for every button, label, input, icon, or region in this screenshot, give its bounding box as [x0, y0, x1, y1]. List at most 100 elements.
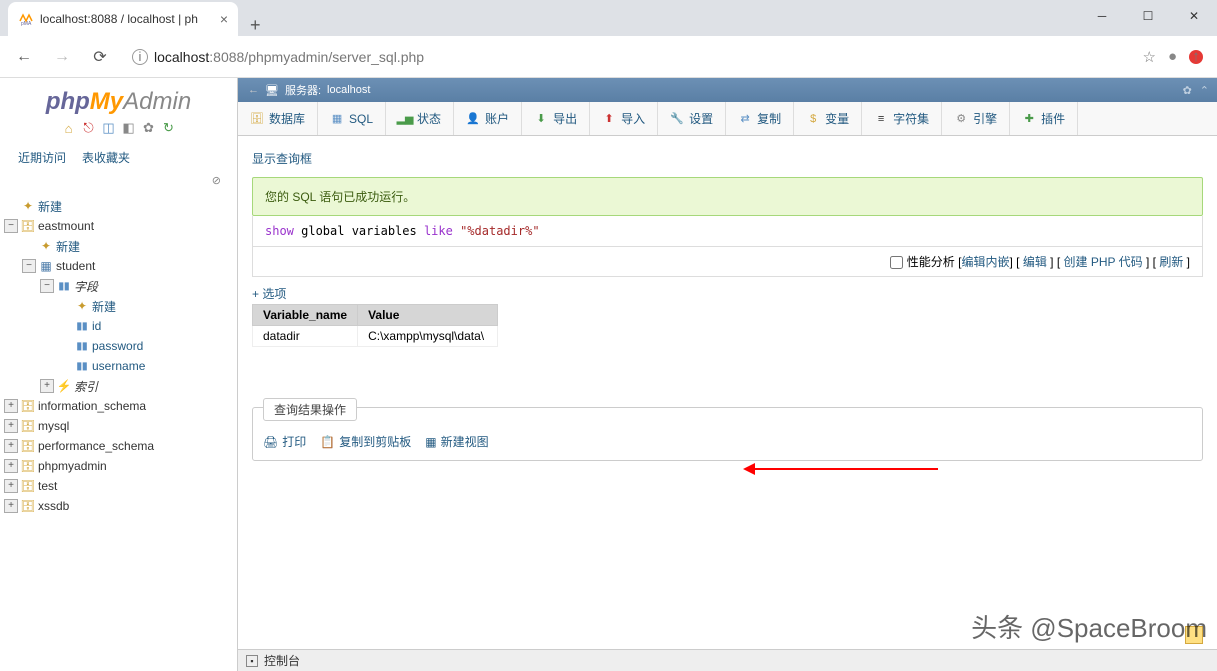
- tree-db-information-schema[interactable]: +🗄information_schema: [4, 396, 233, 416]
- edit-inline-link[interactable]: 编辑内嵌: [961, 255, 1009, 269]
- tree-col-new[interactable]: ✦新建: [4, 296, 233, 316]
- logo[interactable]: phpMyAdmin: [0, 88, 237, 116]
- create-php-link[interactable]: 创建 PHP 代码: [1064, 255, 1143, 269]
- show-query-link[interactable]: 显示查询框: [252, 150, 1203, 167]
- database-icon: 🗄: [20, 478, 36, 494]
- edit-link[interactable]: 编辑: [1023, 255, 1047, 269]
- tab-status[interactable]: ▂▅状态: [386, 102, 454, 135]
- success-message: 您的 SQL 语句已成功运行。: [252, 177, 1203, 216]
- maximize-button[interactable]: ☐: [1125, 0, 1171, 32]
- sidebar: phpMyAdmin ⌂ ⎋ ◫ ◧ ✿ ↻ 近期访问 表收藏夹 ⊘ ✦新建 −…: [0, 78, 238, 671]
- bookmark-icon[interactable]: [1185, 626, 1203, 644]
- tab-charsets[interactable]: ≡字符集: [862, 102, 942, 135]
- tree-db-eastmount[interactable]: −🗄eastmount: [4, 216, 233, 236]
- expand-icon[interactable]: +: [4, 399, 18, 413]
- tree-db-phpmyadmin[interactable]: +🗄phpmyadmin: [4, 456, 233, 476]
- tab-export[interactable]: ⬇导出: [522, 102, 590, 135]
- result-table: Variable_name Value datadir C:\xampp\mys…: [252, 304, 498, 347]
- profile-icon[interactable]: ●: [1168, 48, 1177, 65]
- variables-icon: $: [806, 112, 820, 126]
- reload-icon[interactable]: ↻: [161, 120, 177, 136]
- home-icon[interactable]: ⌂: [61, 120, 77, 136]
- minimize-button[interactable]: ─: [1079, 0, 1125, 32]
- gear-icon[interactable]: ✿: [1183, 84, 1192, 97]
- expand-icon[interactable]: +: [4, 459, 18, 473]
- tree-col-password[interactable]: ▮▮password: [4, 336, 233, 356]
- column-icon: ▮▮: [74, 318, 90, 334]
- sql-icon[interactable]: ◧: [121, 120, 137, 136]
- link-icon[interactable]: ⊘: [212, 174, 221, 187]
- col-value[interactable]: Value: [358, 305, 498, 326]
- tree-table-student[interactable]: −▦student: [4, 256, 233, 276]
- favorites-tab[interactable]: 表收藏夹: [74, 146, 138, 169]
- tree-db-mysql[interactable]: +🗄mysql: [4, 416, 233, 436]
- logout-icon[interactable]: ⎋: [81, 120, 97, 136]
- tab-variables[interactable]: $变量: [794, 102, 862, 135]
- tree-new-root[interactable]: ✦新建: [4, 196, 233, 216]
- new-icon: ✦: [74, 298, 90, 314]
- sql-icon: ▦: [330, 112, 344, 126]
- expand-icon[interactable]: +: [40, 379, 54, 393]
- tab-settings[interactable]: 🔧设置: [658, 102, 726, 135]
- close-window-button[interactable]: ✕: [1171, 0, 1217, 32]
- tab-sql[interactable]: ▦SQL: [318, 102, 386, 135]
- tree-col-id[interactable]: ▮▮id: [4, 316, 233, 336]
- star-icon[interactable]: ☆: [1142, 48, 1155, 66]
- new-view-link[interactable]: ▦新建视图: [425, 433, 488, 450]
- database-icon: 🗄: [20, 398, 36, 414]
- collapse-icon[interactable]: −: [22, 259, 36, 273]
- nav-left-icon[interactable]: ←: [248, 84, 259, 96]
- table-row[interactable]: datadir C:\xampp\mysql\data\: [253, 326, 498, 347]
- reload-button[interactable]: ⟳: [84, 41, 116, 73]
- tree-db-new[interactable]: ✦新建: [4, 236, 233, 256]
- tab-plugins[interactable]: ✚插件: [1010, 102, 1078, 135]
- collapse-icon[interactable]: −: [4, 219, 18, 233]
- copy-clipboard-link[interactable]: 📋复制到剪贴板: [320, 433, 411, 450]
- options-link[interactable]: + 选项: [252, 285, 1203, 302]
- url-bar[interactable]: i localhost:8088/phpmyadmin/server_sql.p…: [122, 42, 1136, 72]
- tree-db-xssdb[interactable]: +🗄xssdb: [4, 496, 233, 516]
- database-icon: 🗄: [20, 458, 36, 474]
- tab-import[interactable]: ⬆导入: [590, 102, 658, 135]
- tree-columns[interactable]: −▮▮字段: [4, 276, 233, 296]
- sidebar-tabs: 近期访问 表收藏夹: [0, 140, 237, 174]
- tree-col-username[interactable]: ▮▮username: [4, 356, 233, 376]
- content-body: 显示查询框 您的 SQL 语句已成功运行。 show global variab…: [238, 136, 1217, 649]
- tree-db-performance-schema[interactable]: +🗄performance_schema: [4, 436, 233, 456]
- perf-analysis-checkbox[interactable]: [890, 256, 903, 269]
- expand-icon[interactable]: +: [4, 439, 18, 453]
- expand-icon[interactable]: +: [4, 479, 18, 493]
- forward-button[interactable]: →: [46, 41, 78, 73]
- status-icon: ▂▅: [398, 112, 412, 126]
- tab-replication[interactable]: ⇄复制: [726, 102, 794, 135]
- refresh-link[interactable]: 刷新: [1159, 255, 1183, 269]
- plugins-icon: ✚: [1022, 112, 1036, 126]
- console-bar[interactable]: ▪ 控制台: [238, 649, 1217, 671]
- expand-icon[interactable]: +: [4, 419, 18, 433]
- column-icon: ▮▮: [74, 358, 90, 374]
- browser-tab[interactable]: pMA localhost:8088 / localhost | ph ×: [8, 2, 238, 36]
- docs-icon[interactable]: ◫: [101, 120, 117, 136]
- collapse-icon[interactable]: ⌃: [1200, 84, 1209, 97]
- close-tab-icon[interactable]: ×: [220, 11, 228, 27]
- console-toggle-icon[interactable]: ▪: [246, 655, 258, 667]
- recent-tab[interactable]: 近期访问: [10, 146, 74, 169]
- new-tab-button[interactable]: +: [238, 15, 273, 36]
- col-variable-name[interactable]: Variable_name: [253, 305, 358, 326]
- tree-db-test[interactable]: +🗄test: [4, 476, 233, 496]
- print-icon: 🖨: [263, 435, 278, 449]
- site-info-icon[interactable]: i: [132, 49, 148, 65]
- settings-icon[interactable]: ✿: [141, 120, 157, 136]
- tree-index[interactable]: +⚡索引: [4, 376, 233, 396]
- tab-engines[interactable]: ⚙引擎: [942, 102, 1010, 135]
- tab-databases[interactable]: 🗄数据库: [238, 102, 318, 135]
- tab-accounts[interactable]: 👤账户: [454, 102, 522, 135]
- database-icon: 🗄: [20, 218, 36, 234]
- collapse-icon[interactable]: −: [40, 279, 54, 293]
- back-button[interactable]: ←: [8, 41, 40, 73]
- extension-icon[interactable]: ↑: [1189, 50, 1203, 64]
- table-header-row: Variable_name Value: [253, 305, 498, 326]
- navigation-tree: ✦新建 −🗄eastmount ✦新建 −▦student −▮▮字段 ✦新建 …: [0, 192, 237, 520]
- print-link[interactable]: 🖨打印: [263, 433, 306, 450]
- expand-icon[interactable]: +: [4, 499, 18, 513]
